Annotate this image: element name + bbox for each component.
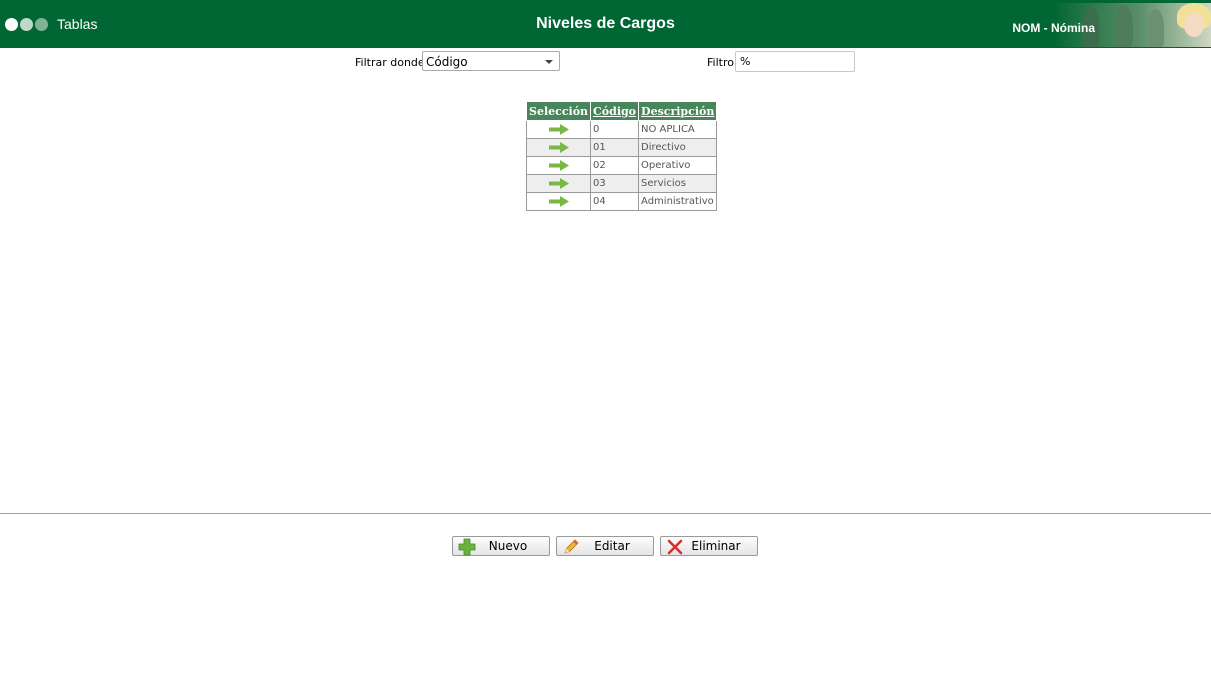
table-row: 0 NO APLICA (525, 120, 718, 139)
code-cell: 03 (590, 174, 640, 193)
app-header: Tablas Niveles de Cargos NOM - Nómina (0, 0, 1211, 48)
code-cell: 0 (590, 120, 640, 139)
table-row: 03 Servicios (525, 174, 718, 193)
column-header-codigo[interactable]: Código (590, 101, 640, 121)
column-header-seleccion: Selección (525, 101, 592, 121)
code-cell: 04 (590, 192, 640, 211)
plus-icon (458, 538, 476, 556)
edit-button-label: Editar (594, 539, 630, 553)
section-divider (0, 513, 1211, 514)
column-header-label[interactable]: Descripción (641, 105, 714, 118)
select-cell[interactable] (525, 138, 592, 157)
pencil-icon (564, 539, 579, 554)
new-button[interactable]: Nuevo (452, 536, 550, 556)
table-header-row: Selección Código Descripción (525, 101, 718, 121)
filter-field-value: Código (426, 55, 468, 69)
table-row: 01 Directivo (525, 138, 718, 157)
module-label: NOM - Nómina (1012, 21, 1095, 35)
arrow-right-icon[interactable] (548, 141, 569, 153)
code-cell: 02 (590, 156, 640, 175)
filter-field-select[interactable]: Código (422, 51, 560, 71)
arrow-right-icon[interactable] (548, 177, 569, 189)
code-cell: 01 (590, 138, 640, 157)
filter-input[interactable]: % (735, 51, 855, 72)
banner-figure-face (1184, 13, 1204, 37)
filter-value-label: Filtro (707, 56, 734, 69)
cargos-table: Selección Código Descripción 0 NO APLICA… (525, 101, 718, 211)
edit-button[interactable]: Editar (556, 536, 654, 556)
description-cell: Operativo (638, 156, 718, 175)
new-button-label: Nuevo (488, 539, 528, 553)
arrow-right-icon[interactable] (548, 195, 569, 207)
select-cell[interactable] (525, 120, 592, 139)
description-cell: Servicios (638, 174, 718, 193)
filter-field-label: Filtrar donde (355, 56, 425, 69)
select-cell[interactable] (525, 192, 592, 211)
banner-figure (1115, 5, 1133, 47)
arrow-right-icon[interactable] (548, 123, 569, 135)
description-cell: NO APLICA (638, 120, 718, 139)
banner-figure (1148, 9, 1164, 47)
select-cell[interactable] (525, 174, 592, 193)
column-header-label[interactable]: Código (593, 105, 636, 118)
delete-button-label: Eliminar (691, 539, 741, 553)
description-cell: Administrativo (638, 192, 718, 211)
column-header-descripcion[interactable]: Descripción (638, 101, 718, 121)
description-cell: Directivo (638, 138, 718, 157)
x-icon (667, 539, 683, 555)
select-cell[interactable] (525, 156, 592, 175)
chevron-down-icon (545, 60, 553, 64)
arrow-right-icon[interactable] (548, 159, 569, 171)
table-row: 04 Administrativo (525, 192, 718, 211)
delete-button[interactable]: Eliminar (660, 536, 758, 556)
table-row: 02 Operativo (525, 156, 718, 175)
